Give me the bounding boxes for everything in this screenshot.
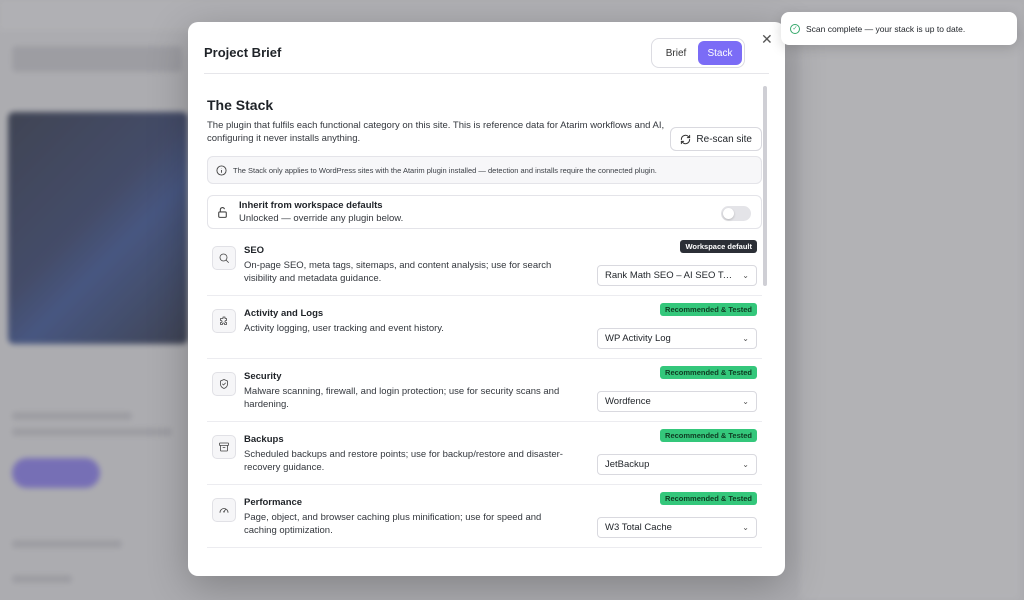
recommended-badge: Recommended & Tested — [660, 303, 757, 316]
category-description: Scheduled backups and restore points; us… — [244, 449, 563, 473]
tab-brief[interactable]: Brief — [654, 41, 698, 65]
tab-stack[interactable]: Stack — [698, 41, 742, 65]
toast-message: Scan complete — your stack is up to date… — [806, 23, 966, 34]
category-row-performance: Performance Page, object, and browser ca… — [207, 485, 762, 548]
project-brief-modal: Project Brief Brief Stack The Stack The … — [188, 22, 785, 576]
category-row-seo: SEO On-page SEO, meta tags, sitemaps, an… — [207, 233, 762, 296]
toggle-knob — [723, 208, 734, 219]
category-description: Page, object, and browser caching plus m… — [244, 512, 542, 536]
select-value: W3 Total Cache — [605, 522, 672, 533]
chevron-down-icon: ⌄ — [742, 460, 749, 469]
category-row-security: Security Malware scanning, firewall, and… — [207, 359, 762, 422]
gauge-icon — [212, 498, 236, 522]
inherit-text: Inherit from workspace defaults Unlocked… — [239, 200, 403, 224]
plugin-select-backups[interactable]: JetBackup ⌄ — [597, 454, 757, 475]
archive-icon — [212, 435, 236, 459]
search-icon — [212, 246, 236, 270]
shield-icon — [212, 372, 236, 396]
info-text: The Stack only applies to WordPress site… — [233, 165, 657, 175]
chevron-down-icon: ⌄ — [742, 523, 749, 532]
select-value: WP Activity Log — [605, 333, 671, 344]
unlock-icon — [218, 206, 227, 218]
category-name: Backups — [244, 434, 284, 445]
info-icon — [216, 164, 227, 176]
plugin-select-seo[interactable]: Rank Math SEO – AI SEO Tool… ⌄ — [597, 265, 757, 286]
close-icon[interactable]: ✕ — [761, 31, 773, 48]
category-name: Performance — [244, 497, 303, 508]
category-description: Activity logging, user tracking and even… — [244, 323, 444, 334]
category-row-backups: Backups Scheduled backups and restore po… — [207, 422, 762, 485]
inherit-title: Inherit from workspace defaults — [239, 200, 383, 211]
plugin-select-performance[interactable]: W3 Total Cache ⌄ — [597, 517, 757, 538]
category-row-activity-logs: Activity and Logs Activity logging, user… — [207, 296, 762, 359]
chevron-down-icon: ⌄ — [742, 334, 749, 343]
puzzle-icon — [212, 309, 236, 333]
recommended-badge: Recommended & Tested — [660, 366, 757, 379]
stack-title: The Stack — [207, 97, 274, 113]
view-toggle: Brief Stack — [651, 38, 745, 68]
category-name: Security — [244, 371, 282, 382]
rescan-label: Re-scan site — [696, 133, 752, 145]
recommended-badge: Recommended & Tested — [660, 492, 757, 505]
check-circle-icon: ✓ — [790, 23, 800, 34]
category-description: Malware scanning, firewall, and login pr… — [244, 386, 560, 410]
inherit-defaults-row: Inherit from workspace defaults Unlocked… — [207, 195, 762, 229]
modal-header: Project Brief Brief Stack — [204, 22, 769, 74]
stack-description: The plugin that fulfils each functional … — [207, 120, 665, 144]
workspace-default-badge: Workspace default — [680, 240, 757, 253]
inherit-subtitle: Unlocked — override any plugin below. — [239, 213, 404, 224]
category-description: On-page SEO, meta tags, sitemaps, and co… — [244, 260, 552, 284]
info-notice: The Stack only applies to WordPress site… — [207, 156, 762, 184]
refresh-icon — [681, 134, 691, 144]
category-name: Activity and Logs — [244, 308, 324, 319]
modal-title: Project Brief — [204, 45, 282, 60]
select-value: Rank Math SEO – AI SEO Tool… — [605, 270, 735, 281]
recommended-badge: Recommended & Tested — [660, 429, 757, 442]
select-value: JetBackup — [605, 459, 650, 470]
chevron-down-icon: ⌄ — [742, 397, 749, 406]
category-name: SEO — [244, 245, 265, 256]
rescan-button[interactable]: Re-scan site — [670, 127, 762, 151]
modal-body: The Stack The plugin that fulfils each f… — [207, 84, 762, 576]
modal-scrollbar[interactable] — [763, 86, 767, 286]
plugin-select-activity-logs[interactable]: WP Activity Log ⌄ — [597, 328, 757, 349]
select-value: Wordfence — [605, 396, 651, 407]
inherit-toggle[interactable] — [721, 206, 751, 221]
chevron-down-icon: ⌄ — [742, 271, 749, 280]
plugin-select-security[interactable]: Wordfence ⌄ — [597, 391, 757, 412]
toast-notification: ✓ Scan complete — your stack is up to da… — [781, 12, 1017, 45]
